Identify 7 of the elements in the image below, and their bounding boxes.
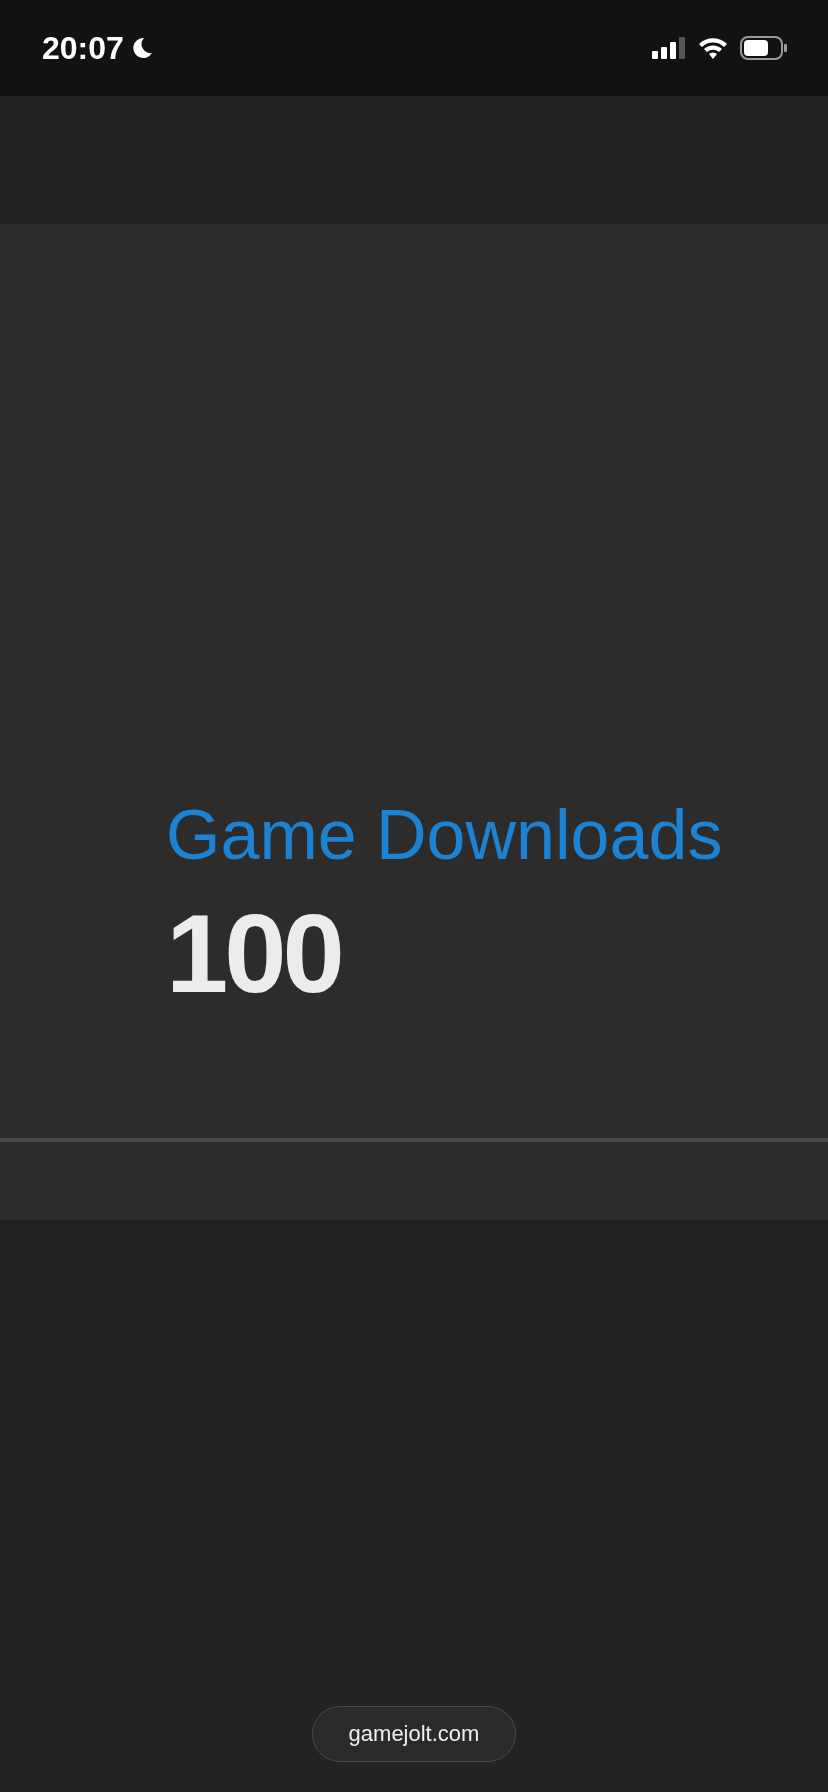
stat-value: 100 <box>166 891 342 1016</box>
signal-icon <box>652 37 686 59</box>
stat-label: Game Downloads <box>166 796 724 874</box>
address-bar[interactable]: gamejolt.com <box>311 1706 517 1762</box>
battery-icon <box>740 36 788 60</box>
wifi-icon <box>698 37 728 59</box>
status-time: 20:07 <box>42 29 124 67</box>
